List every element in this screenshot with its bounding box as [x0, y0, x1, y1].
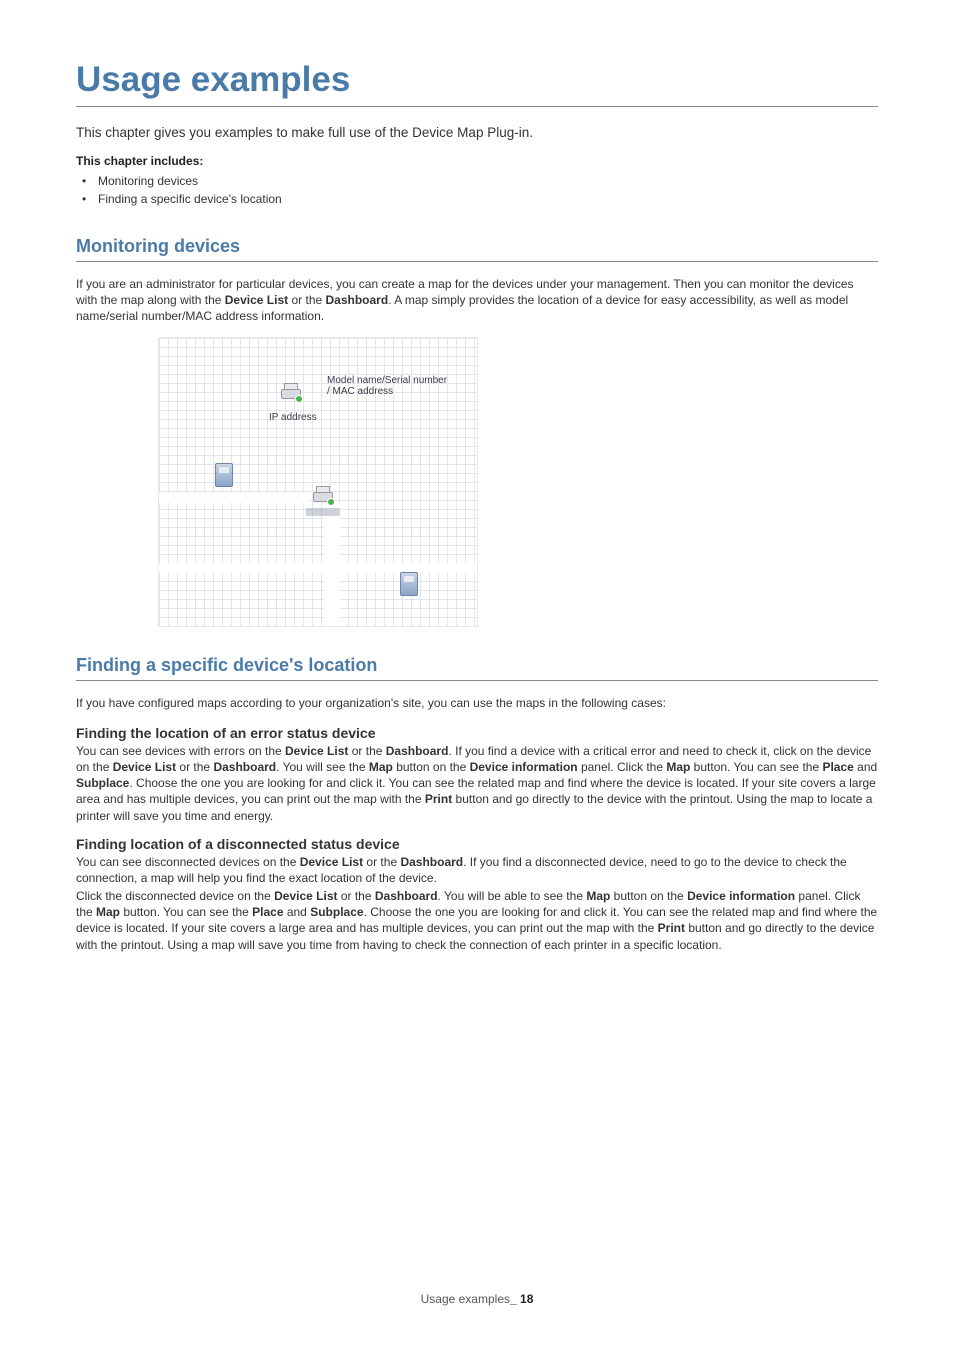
bold-text: Map — [666, 760, 690, 774]
text: panel. Click the — [578, 760, 667, 774]
footer-label: Usage examples — [421, 1292, 510, 1306]
text: button. You can see the — [120, 905, 252, 919]
text: or the — [176, 760, 213, 774]
text: button on the — [393, 760, 470, 774]
bold-text: Print — [425, 792, 452, 806]
sub-heading-disconnected-status: Finding location of a disconnected statu… — [76, 836, 878, 852]
wall-segment — [159, 563, 478, 573]
mac-address-label: / MAC address — [327, 386, 393, 397]
server-icon — [400, 572, 418, 596]
bold-text: Dashboard — [375, 889, 438, 903]
includes-label: This chapter includes: — [76, 154, 878, 168]
text: Click the disconnected device on the — [76, 889, 274, 903]
bold-text: Subplace — [310, 905, 363, 919]
server-icon — [215, 463, 233, 487]
footer-sep: _ — [510, 1292, 520, 1306]
page-number: 18 — [520, 1292, 533, 1306]
text: You can see devices with errors on the — [76, 744, 285, 758]
bold-text: Device List — [274, 889, 337, 903]
bold-text: Subplace — [76, 776, 129, 790]
section1-para: If you are an administrator for particul… — [76, 276, 878, 325]
sub1-para: You can see devices with errors on the D… — [76, 743, 878, 824]
bold-text: Map — [586, 889, 610, 903]
text: or the — [348, 744, 385, 758]
wall-segment — [159, 493, 309, 503]
bold-text: Device List — [285, 744, 348, 758]
section2-intro: If you have configured maps according to… — [76, 695, 878, 711]
text: button. You can see the — [690, 760, 822, 774]
intro-text: This chapter gives you examples to make … — [76, 125, 878, 140]
bold-text: Device List — [300, 855, 363, 869]
ip-address-label: IP address — [269, 412, 317, 423]
bold-text: Map — [96, 905, 120, 919]
bold-text: Map — [369, 760, 393, 774]
page-title: Usage examples — [76, 60, 878, 107]
sub2-para-b: Click the disconnected device on the Dev… — [76, 888, 878, 953]
model-serial-label: Model name/Serial number — [327, 375, 447, 386]
bold-text: Print — [658, 921, 685, 935]
section-heading-finding: Finding a specific device's location — [76, 655, 878, 681]
includes-list: Monitoring devices Finding a specific de… — [76, 172, 878, 208]
text: . You will be able to see the — [438, 889, 587, 903]
list-item: Monitoring devices — [76, 172, 878, 190]
printer-icon — [279, 383, 303, 403]
text: You can see disconnected devices on the — [76, 855, 300, 869]
device-map-figure: Model name/Serial number / MAC address I… — [158, 337, 478, 627]
text: button on the — [610, 889, 687, 903]
bold-text: Place — [252, 905, 283, 919]
bold-text: Device information — [687, 889, 795, 903]
bold-text: Dashboard — [400, 855, 463, 869]
sub2-para-a: You can see disconnected devices on the … — [76, 854, 878, 886]
sub-heading-error-status: Finding the location of an error status … — [76, 725, 878, 741]
printer-icon — [311, 486, 335, 506]
text: . You will see the — [276, 760, 369, 774]
text: and — [854, 760, 877, 774]
bold-text: Device List — [113, 760, 176, 774]
bold-text: Device List — [225, 293, 288, 307]
page-footer: Usage examples_ 18 — [0, 1292, 954, 1306]
text: or the — [363, 855, 400, 869]
bold-text: Device information — [470, 760, 578, 774]
section-heading-monitoring: Monitoring devices — [76, 236, 878, 262]
text: or the — [288, 293, 325, 307]
list-item: Finding a specific device's location — [76, 190, 878, 208]
text: or the — [338, 889, 375, 903]
bold-text: Dashboard — [213, 760, 276, 774]
bold-text: Dashboard — [386, 744, 449, 758]
bold-text: Dashboard — [326, 293, 389, 307]
bold-text: Place — [822, 760, 853, 774]
text: and — [284, 905, 311, 919]
